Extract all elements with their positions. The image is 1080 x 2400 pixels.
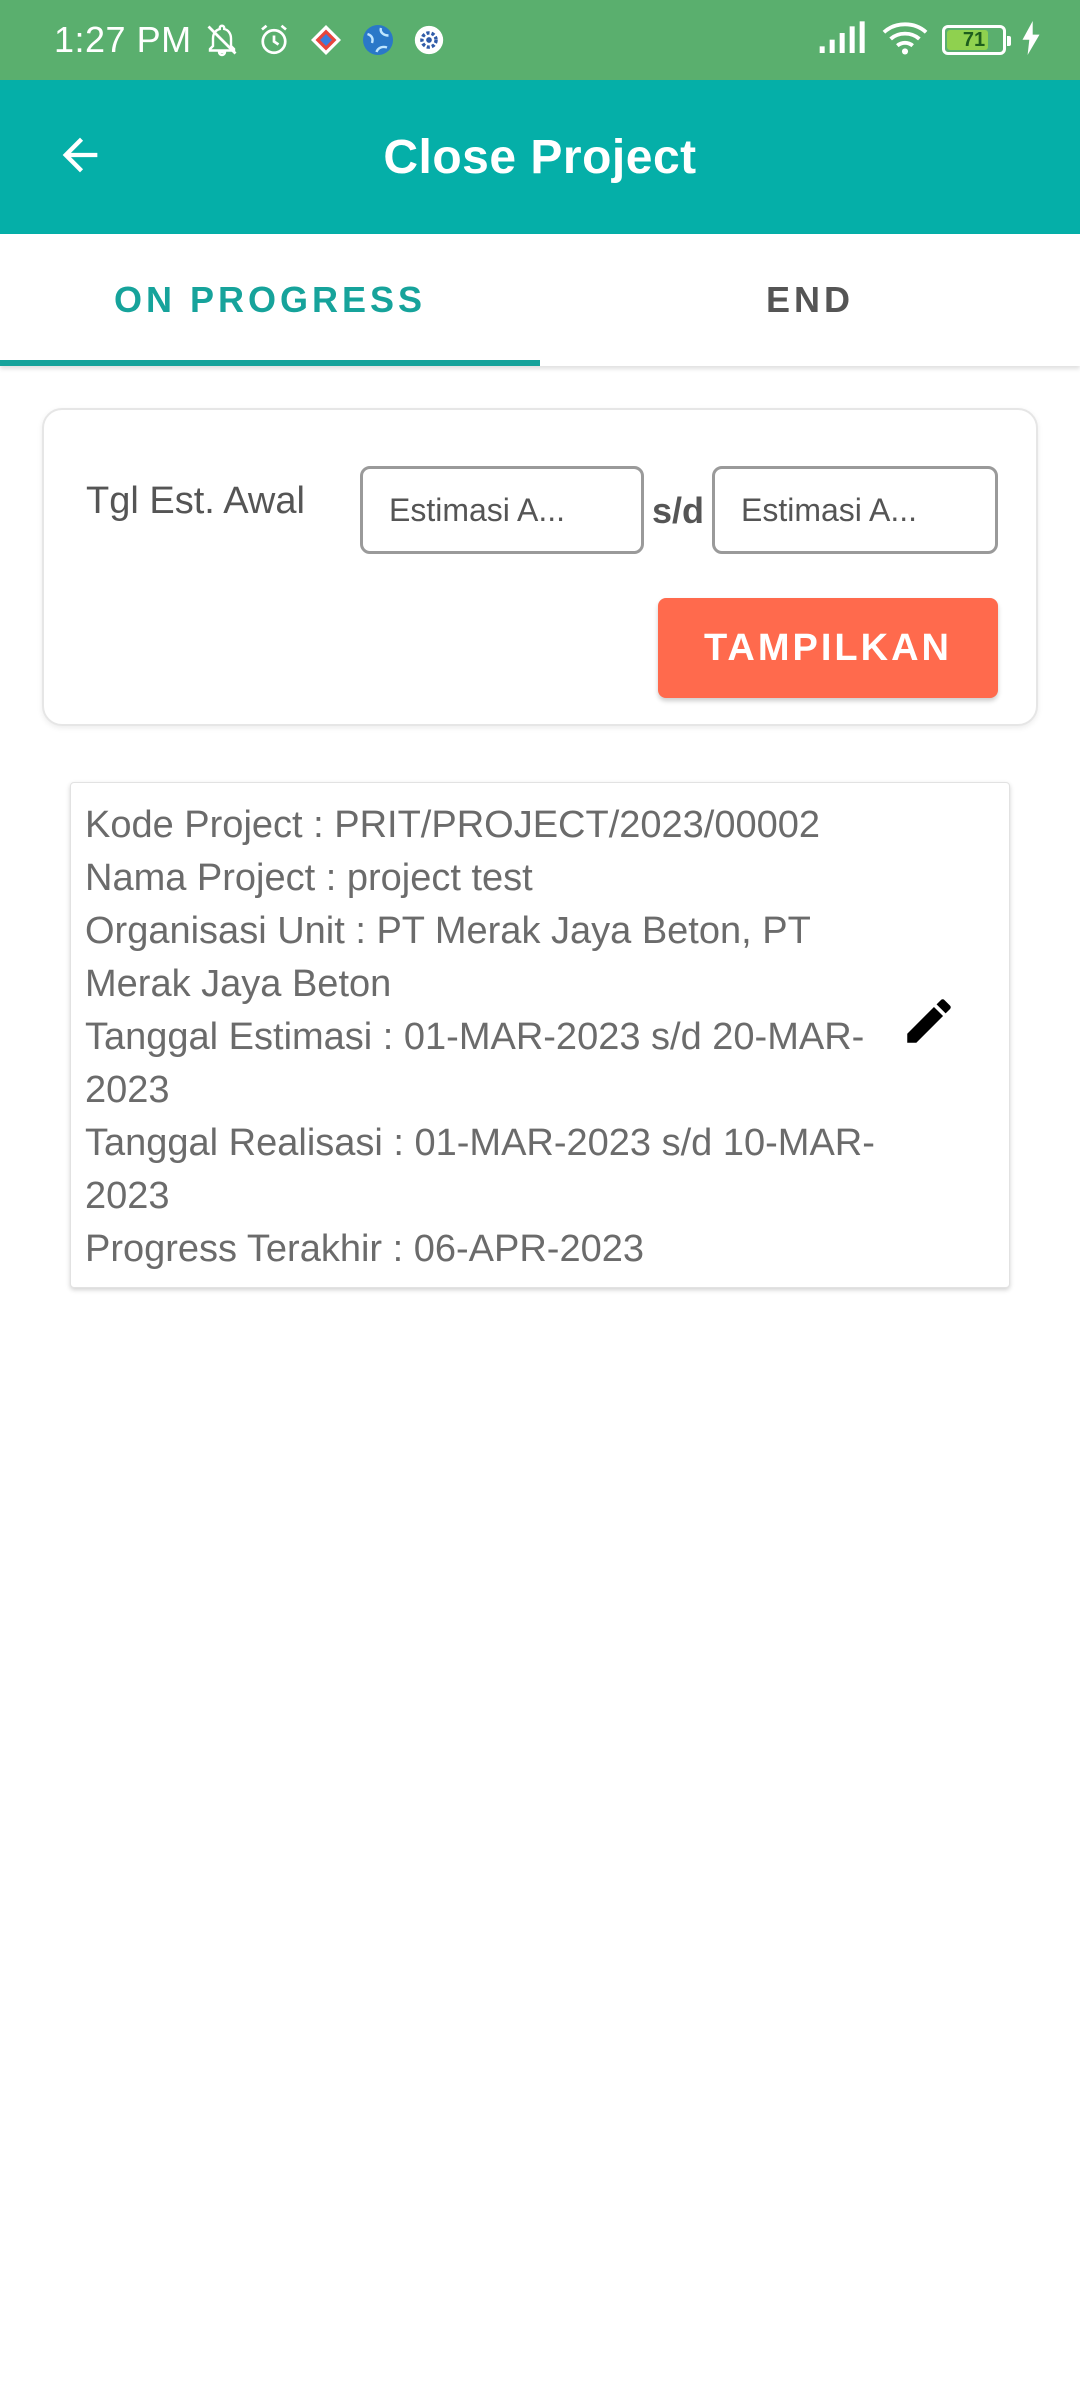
status-bar: 1:27 PM 71 <box>0 0 1080 80</box>
page-title: Close Project <box>383 130 697 184</box>
signal-icon <box>818 20 868 60</box>
arrow-left-icon <box>54 129 106 186</box>
status-icons-left <box>204 22 446 58</box>
date-filter-label: Tgl Est. Awal <box>86 480 305 522</box>
project-name: Nama Project : project test <box>85 857 533 899</box>
tab-on-progress[interactable]: ON PROGRESS <box>0 234 540 366</box>
battery-icon: 71 <box>942 25 1011 55</box>
charging-icon <box>1020 20 1042 60</box>
status-icons-right: 71 <box>818 20 1042 61</box>
gear-icon <box>412 23 446 57</box>
app-bar: Close Project <box>0 80 1080 234</box>
project-card[interactable]: Kode Project : PRIT/PROJECT/2023/00002 N… <box>70 782 1010 1288</box>
project-organization-unit: Organisasi Unit : PT Merak Jaya Beton, P… <box>85 910 811 1005</box>
status-time: 1:27 PM <box>54 19 192 60</box>
date-range-separator: s/d <box>652 490 705 531</box>
show-button[interactable]: TAMPILKAN <box>658 598 998 698</box>
wifi-icon <box>882 20 928 61</box>
filter-card: Tgl Est. Awal s/d TAMPILKAN <box>42 408 1038 726</box>
globe-icon <box>360 22 396 58</box>
start-date-from-input[interactable] <box>360 466 644 554</box>
project-estimated-dates: Tanggal Estimasi : 01-MAR-2023 s/d 20-MA… <box>85 1016 865 1111</box>
edit-button[interactable] <box>889 983 969 1063</box>
edit-icon <box>900 992 958 1055</box>
back-button[interactable] <box>40 117 120 197</box>
project-info: Kode Project : PRIT/PROJECT/2023/00002 N… <box>85 799 875 1276</box>
tab-end[interactable]: END <box>540 234 1080 366</box>
notifications-off-icon <box>204 22 240 58</box>
app-diamond-icon <box>308 22 344 58</box>
battery-level: 71 <box>962 28 986 51</box>
project-actual-dates: Tanggal Realisasi : 01-MAR-2023 s/d 10-M… <box>85 1122 875 1217</box>
project-last-progress: Progress Terakhir : 06-APR-2023 <box>85 1228 644 1270</box>
alarm-icon <box>256 22 292 58</box>
tab-bar: ON PROGRESS END <box>0 234 1080 366</box>
start-date-to-input[interactable] <box>712 466 998 554</box>
project-code: Kode Project : PRIT/PROJECT/2023/00002 <box>85 804 821 846</box>
